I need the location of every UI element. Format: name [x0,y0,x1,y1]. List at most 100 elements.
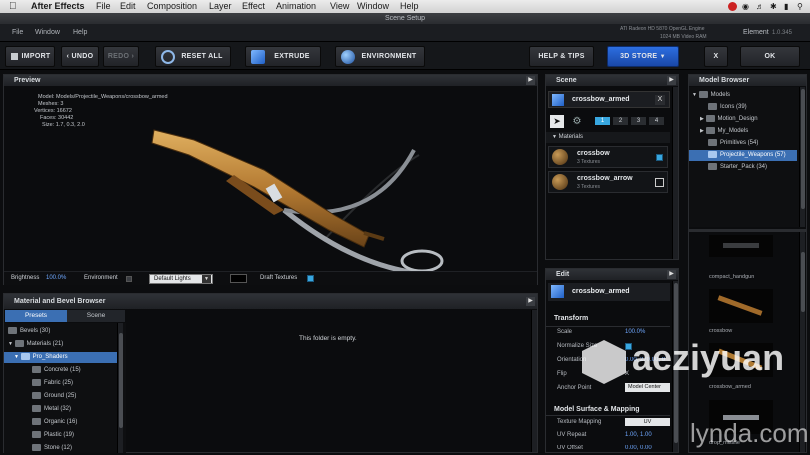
tree-item-concrete[interactable]: Concrete (15) [32,365,81,376]
tree-item-fabric[interactable]: Fabric (25) [32,378,73,389]
surface-section-title: Model Surface & Mapping [554,406,640,413]
material-visible-checkbox[interactable] [656,154,663,161]
group-close-button[interactable]: X [655,95,665,105]
menu-help[interactable]: Help [400,0,419,13]
model-thumb-compact-handgun[interactable] [709,235,773,257]
tree-item-models[interactable]: ▼ Models [692,90,730,101]
lights-color-swatch[interactable] [230,274,247,283]
scene-group-tab-4[interactable]: 4 [649,117,664,125]
tree-item-plastic[interactable]: Plastic (19) [32,430,74,441]
watermark-brand: lynda.com [690,418,809,448]
tree-item-starter-pack[interactable]: Starter_Pack (34) [708,162,767,173]
preview-expand-icon[interactable]: ▶ [526,76,535,85]
battery-icon[interactable]: ▮ [784,0,788,13]
apple-icon[interactable]:  [9,0,17,13]
menu-layer[interactable]: Layer [209,0,232,13]
plugin-menu-file[interactable]: File [12,24,23,42]
material-tree-scrollbar[interactable] [117,323,123,453]
materials-section[interactable]: ▼ Materials [546,132,670,143]
expand-arrow-icon: ▼ [8,341,13,347]
folder-icon [32,378,41,386]
tree-item-ground[interactable]: Ground (25) [32,391,76,402]
3d-store-button[interactable]: 3D STORE ▼ [607,46,679,67]
tree-item-stone[interactable]: Stone (12) [32,443,72,451]
uv-offset-value[interactable]: 0.00, 0.00 [625,445,652,452]
folder-icon [708,162,717,170]
scene-scrollbar[interactable] [672,87,678,259]
tree-item-icons[interactable]: Icons (39) [708,102,747,113]
undo-button[interactable]: ‹ UNDO [61,46,99,67]
scene-group-tab-2[interactable]: 2 [613,117,628,125]
crossbow-model[interactable] [134,115,474,285]
bluetooth-icon[interactable]: ✱ [770,0,777,13]
settings-gear-icon[interactable]: ⚙ [570,115,584,128]
menu-animation[interactable]: Animation [276,0,316,13]
import-button[interactable]: IMPORT [5,46,55,67]
lights-dropdown[interactable]: Default Lights ▼ [149,274,213,284]
tree-item-projectile-weapons[interactable]: Projectile_Weapons (57) [689,150,797,161]
folder-icon [32,404,41,412]
scene-expand-icon[interactable]: ▶ [667,76,676,85]
uv-repeat-value[interactable]: 1.00, 1.00 [625,432,652,438]
normalize-size-checkbox[interactable] [625,343,632,350]
edit-expand-icon[interactable]: ▶ [667,270,676,279]
material-grid-scrollbar[interactable] [531,310,537,452]
plugin-menu-help[interactable]: Help [73,24,87,42]
model-thumb-crossbow[interactable] [709,289,773,323]
spotlight-icon[interactable]: ⚲ [797,0,803,13]
material-item-crossbow[interactable]: crossbow 3 Textures [548,146,668,168]
tab-presets[interactable]: Presets [5,310,67,322]
material-item-crossbow-arrow[interactable]: crossbow_arrow 3 Textures [548,171,668,193]
draft-textures-checkbox[interactable] [307,275,314,282]
ok-button[interactable]: OK [740,46,800,67]
folder-icon [705,114,715,122]
tab-scene[interactable]: Scene [67,310,125,322]
menu-view[interactable]: View [330,0,349,13]
tree-item-metal[interactable]: Metal (32) [32,404,71,415]
info-model: Model: Models/Projectile_Weapons/crossbo… [38,94,168,100]
texture-mapping-dropdown[interactable]: UV [625,418,670,426]
tree-item-materials[interactable]: ▼ Materials (21) [8,339,63,350]
material-visible-checkbox[interactable] [655,178,664,187]
volume-icon[interactable]: ♬ [756,0,764,13]
material-browser-expand-icon[interactable]: ▶ [526,297,535,306]
model-tree-scrollbar[interactable] [799,87,805,227]
redo-button[interactable]: REDO › [103,46,139,67]
menu-edit[interactable]: Edit [120,0,136,13]
wifi-icon[interactable]: ◉ [742,0,749,13]
menu-effect[interactable]: Effect [242,0,265,13]
transform-section-title: Transform [554,315,589,322]
record-icon[interactable] [728,2,737,11]
brightness-value[interactable]: 100.0% [46,275,66,281]
model-label-crossbow-armed: crossbow_armed [709,384,751,390]
anchor-point-dropdown[interactable]: Model Center [625,383,670,392]
close-button[interactable]: X [704,46,728,67]
scene-group-tab-1[interactable]: 1 [595,117,610,125]
menu-window[interactable]: Window [357,0,389,13]
scene-header: Scene [546,75,678,86]
extrude-button[interactable]: EXTRUDE [245,46,321,67]
tree-item-my-models[interactable]: ▶ My_Models [700,126,748,137]
app-menu[interactable]: After Effects [31,0,85,13]
light-icon[interactable]: ➤ [550,115,564,128]
tree-item-primitives[interactable]: Primitives (54) [708,138,758,149]
tree-item-pro-shaders[interactable]: ▼ Pro_Shaders [4,352,120,363]
orientation-label: Orientation [557,357,587,363]
scene-group-row[interactable]: crossbow_armed X [548,91,670,108]
main-toolbar: IMPORT ‹ UNDO REDO › RESET ALL EXTRUDE E… [0,42,810,70]
environment-checkbox[interactable] [126,276,132,282]
model-tree: ▼ Models Icons (39) ▶ Motion_Design ▶ My… [689,87,799,227]
scale-value[interactable]: 100.0% [625,329,645,335]
help-tips-button[interactable]: HELP & TIPS [529,46,594,67]
menu-file[interactable]: File [96,0,111,13]
menu-composition[interactable]: Composition [147,0,197,13]
undo-icon: ‹ [66,53,70,60]
scene-group-tab-3[interactable]: 3 [631,117,646,125]
plugin-menu-window[interactable]: Window [35,24,60,42]
tree-item-motion-design[interactable]: ▶ Motion_Design [700,114,758,125]
environment-button[interactable]: ENVIRONMENT [335,46,425,67]
tree-item-organic[interactable]: Organic (16) [32,417,77,428]
tree-item-bevels[interactable]: Bevels (30) [8,326,50,337]
reset-all-button[interactable]: RESET ALL [155,46,231,67]
scene-title: Scene [556,77,577,84]
